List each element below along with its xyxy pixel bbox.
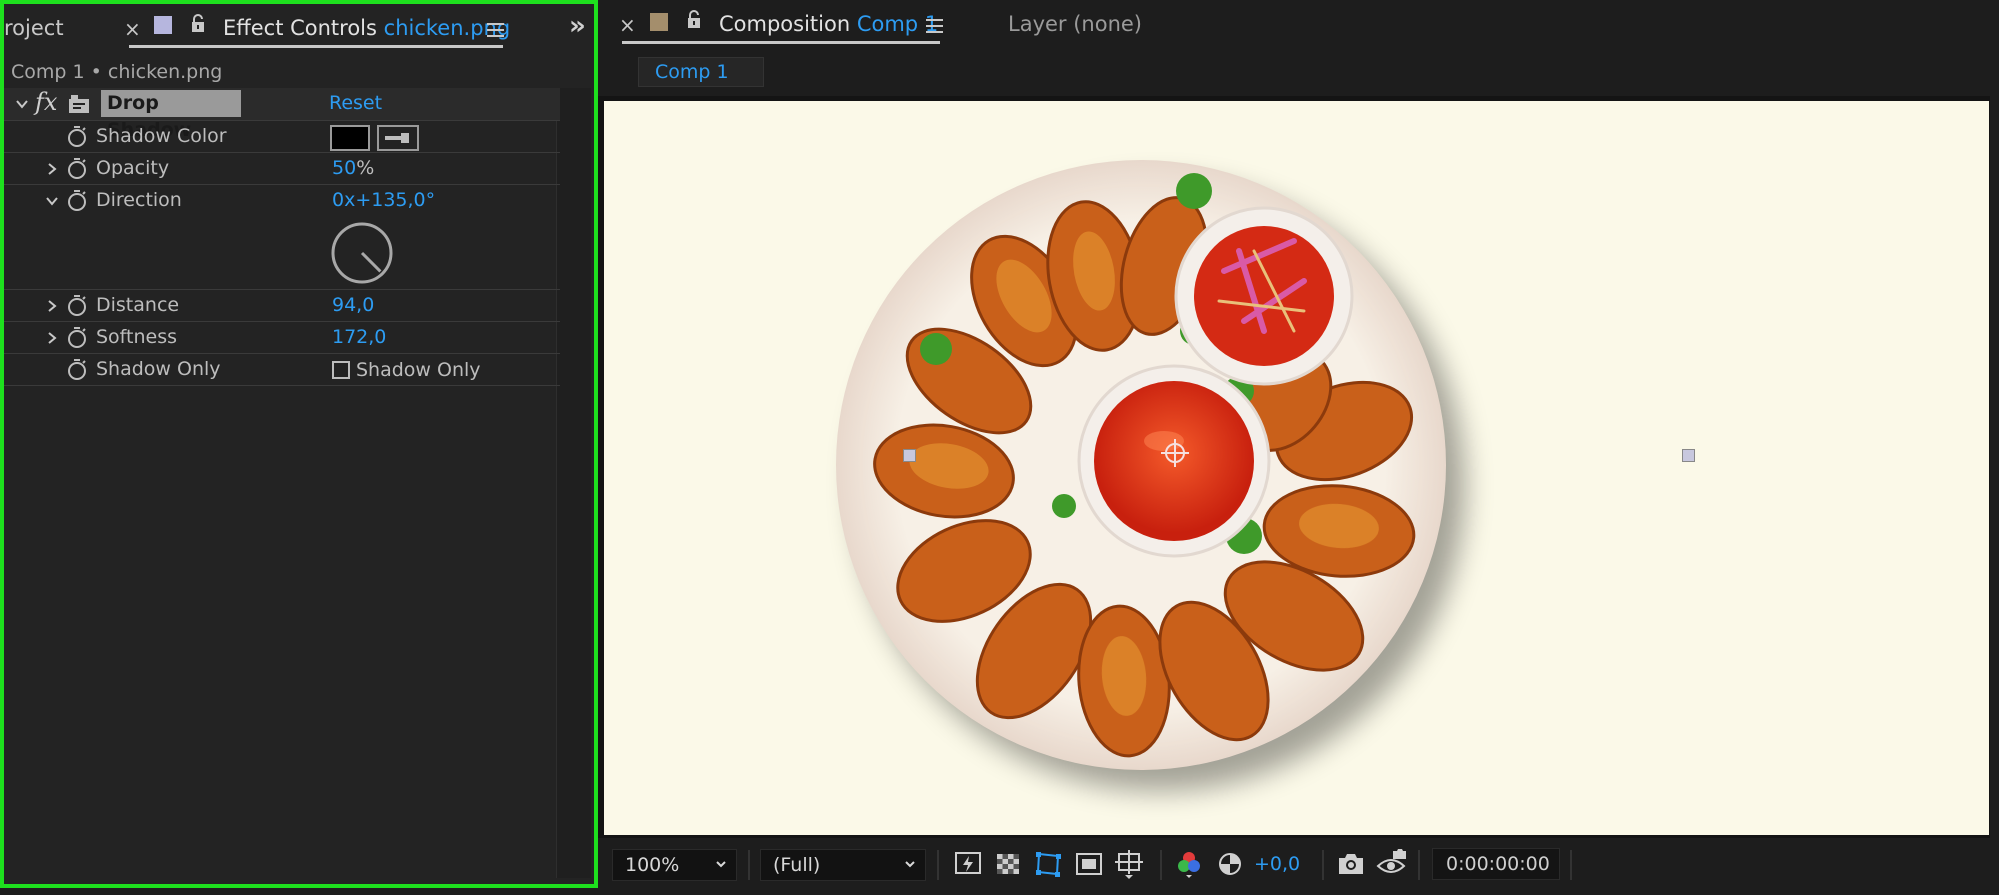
composition-tabbar: × Composition Comp 1 Layer (none) [598, 0, 1999, 48]
shadow-only-row: Shadow Only Shadow Only [4, 354, 560, 386]
grid-guides-icon[interactable] [1114, 848, 1144, 880]
zoom-dropdown[interactable]: 100% [612, 849, 737, 881]
tab-layer[interactable]: Layer (none) [1008, 12, 1142, 36]
twirl-down-icon[interactable] [44, 193, 60, 209]
toolbar-separator [937, 850, 939, 880]
tab-composition-label: Composition [719, 12, 851, 36]
eyedropper-icon[interactable] [377, 125, 419, 151]
show-snapshot-icon[interactable] [1376, 848, 1406, 880]
direction-row: Direction 0x+135,0° [4, 185, 560, 290]
tab-project[interactable]: roject [4, 16, 64, 40]
comp-breadcrumb-chip[interactable]: Comp 1 [638, 57, 764, 87]
twirl-down-icon[interactable] [14, 96, 30, 112]
distance-row: Distance 94,0 [4, 290, 560, 322]
layer-handle-left[interactable] [903, 449, 916, 462]
direction-label: Direction [96, 189, 182, 211]
effect-name[interactable]: Drop Shadow [101, 90, 241, 141]
effect-controls-panel: roject × Effect Controls chicken.png » C… [0, 0, 598, 888]
tab-composition[interactable]: Composition Comp 1 [719, 12, 938, 36]
tab-effect-controls-label: Effect Controls [223, 16, 377, 40]
comp-chip-label: Comp 1 [655, 61, 729, 83]
zoom-value: 100% [625, 854, 680, 876]
reset-link[interactable]: Reset [329, 92, 382, 114]
reset-exposure-icon[interactable] [1215, 848, 1245, 880]
distance-label: Distance [96, 294, 180, 316]
softness-row: Softness 172,0 [4, 322, 560, 354]
stopwatch-icon[interactable] [66, 124, 88, 148]
toolbar-separator [748, 850, 750, 880]
region-of-interest-icon[interactable] [1074, 848, 1104, 880]
color-channels-icon[interactable] [1174, 848, 1204, 880]
fx-icon[interactable]: fx [35, 88, 57, 116]
current-time-field[interactable]: 0:00:00:00 [1432, 848, 1560, 880]
stopwatch-icon[interactable] [66, 325, 88, 349]
stopwatch-icon[interactable] [66, 293, 88, 317]
softness-value[interactable]: 172,0 [332, 326, 386, 348]
twirl-right-icon[interactable] [44, 330, 60, 346]
direction-dial[interactable] [329, 220, 395, 286]
scrollbar[interactable] [556, 88, 591, 878]
active-tab-underline [129, 45, 503, 48]
softness-label: Softness [96, 326, 178, 348]
opacity-unit: % [356, 157, 375, 179]
opacity-label: Opacity [96, 157, 170, 179]
fast-previews-icon[interactable] [953, 848, 983, 880]
panel-menu-icon[interactable] [926, 19, 943, 33]
chevron-down-icon [716, 861, 726, 868]
opacity-row: Opacity 50% [4, 153, 560, 185]
tab-effect-controls[interactable]: Effect Controls chicken.png [223, 16, 510, 40]
breadcrumb: Comp 1 • chicken.png [11, 61, 223, 83]
resolution-dropdown[interactable]: (Full) [760, 849, 926, 881]
toolbar-separator [1160, 850, 1162, 880]
active-tab-underline [622, 41, 940, 44]
chicken-plate-image[interactable] [604, 101, 1989, 835]
effect-header-row: fx Drop Shadow Reset [4, 88, 560, 141]
shadow-color-swatch[interactable] [330, 125, 370, 151]
stopwatch-icon[interactable] [66, 156, 88, 180]
twirl-right-icon[interactable] [44, 298, 60, 314]
label-color-swatch-icon[interactable] [154, 16, 172, 34]
close-icon[interactable]: × [619, 13, 636, 37]
toolbar-separator [1322, 850, 1324, 880]
opacity-number[interactable]: 50 [332, 157, 356, 179]
stopwatch-icon[interactable] [66, 188, 88, 212]
shadow-only-label: Shadow Only [96, 358, 221, 380]
resolution-value: (Full) [773, 854, 821, 876]
effect-preset-icon [69, 95, 89, 113]
expand-panels-icon[interactable]: » [569, 11, 586, 41]
shadow-color-row: Shadow Color [4, 121, 560, 153]
label-color-swatch-icon[interactable] [650, 13, 668, 31]
chevron-down-icon [905, 861, 915, 868]
panel-menu-icon[interactable] [487, 23, 504, 37]
transparency-grid-icon[interactable] [993, 848, 1023, 880]
composition-subbar [598, 48, 1999, 96]
toolbar-separator [1570, 850, 1572, 880]
mask-path-visibility-icon[interactable] [1033, 848, 1063, 880]
shadow-only-checkbox-label[interactable]: Shadow Only [356, 359, 481, 381]
lock-icon[interactable] [190, 14, 206, 34]
close-icon[interactable]: × [124, 17, 141, 41]
snapshot-icon[interactable] [1336, 848, 1366, 880]
toolbar-separator [1418, 850, 1420, 880]
composition-canvas[interactable] [604, 101, 1989, 835]
opacity-value[interactable]: 50% [332, 157, 374, 179]
lock-icon[interactable] [686, 10, 702, 30]
exposure-value[interactable]: +0,0 [1254, 853, 1300, 875]
left-panel-tabbar: roject × Effect Controls chicken.png » [4, 4, 594, 52]
distance-value[interactable]: 94,0 [332, 294, 374, 316]
checkbox-icon[interactable] [332, 361, 350, 379]
twirl-right-icon[interactable] [44, 161, 60, 177]
stopwatch-icon[interactable] [66, 357, 88, 381]
timecode-value: 0:00:00:00 [1446, 853, 1550, 875]
layer-handle-right[interactable] [1682, 449, 1695, 462]
shadow-color-label: Shadow Color [96, 125, 227, 147]
direction-value[interactable]: 0x+135,0° [332, 189, 435, 211]
